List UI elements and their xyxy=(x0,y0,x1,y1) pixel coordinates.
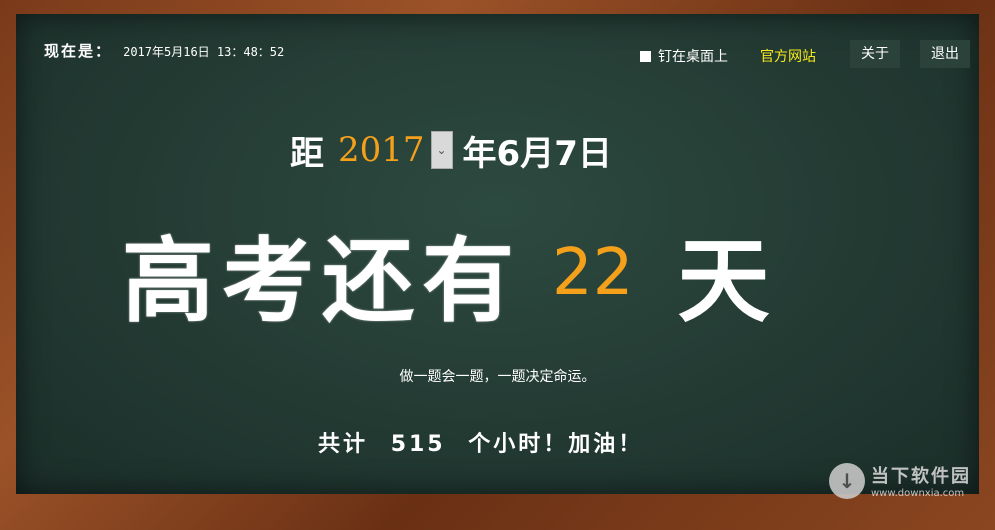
toolbar: 钉在桌面上 官方网站 关于 退出 xyxy=(640,40,970,68)
official-site-link[interactable]: 官方网站 xyxy=(760,46,816,66)
pin-to-desktop-checkbox[interactable]: 钉在桌面上 xyxy=(640,46,728,66)
checkbox-icon[interactable] xyxy=(640,50,651,62)
hours-prefix: 共计 xyxy=(318,432,369,457)
exit-button[interactable]: 退出 xyxy=(920,40,970,68)
target-date: 距 2017 ⌄ 年6月7日 xyxy=(290,128,612,174)
headline-text: 高考还有 xyxy=(122,227,523,335)
pin-to-desktop-label: 钉在桌面上 xyxy=(658,49,728,65)
days-remaining: 22 xyxy=(552,236,634,310)
chevron-down-icon: ⌄ xyxy=(436,143,447,157)
current-time-value: 2017年5月16日 13：48：52 xyxy=(123,45,285,59)
watermark-logo-icon: ↓ xyxy=(829,462,865,499)
about-button[interactable]: 关于 xyxy=(850,40,900,68)
days-unit: 天 xyxy=(677,227,770,335)
target-suffix: 年6月7日 xyxy=(462,133,612,174)
watermark-url: www.downxia.com xyxy=(871,488,965,499)
watermark-title: 当下软件园 xyxy=(871,466,971,487)
current-time-label: 现在是： xyxy=(44,42,113,60)
motto: 做一题会一题，一题决定命运。 xyxy=(399,369,596,385)
hours-remaining: 共计 515 个小时！加油！ xyxy=(318,426,643,458)
countdown-headline: 高考还有 22 天 xyxy=(122,218,769,335)
current-time: 现在是： 2017年5月16日 13：48：52 xyxy=(44,40,284,61)
target-year: 2017 xyxy=(338,130,425,170)
hours-value: 515 xyxy=(390,432,446,457)
hours-suffix: 个小时！加油！ xyxy=(468,432,644,457)
target-prefix: 距 xyxy=(290,133,324,174)
watermark: ↓ 当下软件园 www.downxia.com xyxy=(829,462,971,499)
year-dropdown[interactable]: ⌄ xyxy=(430,131,453,169)
